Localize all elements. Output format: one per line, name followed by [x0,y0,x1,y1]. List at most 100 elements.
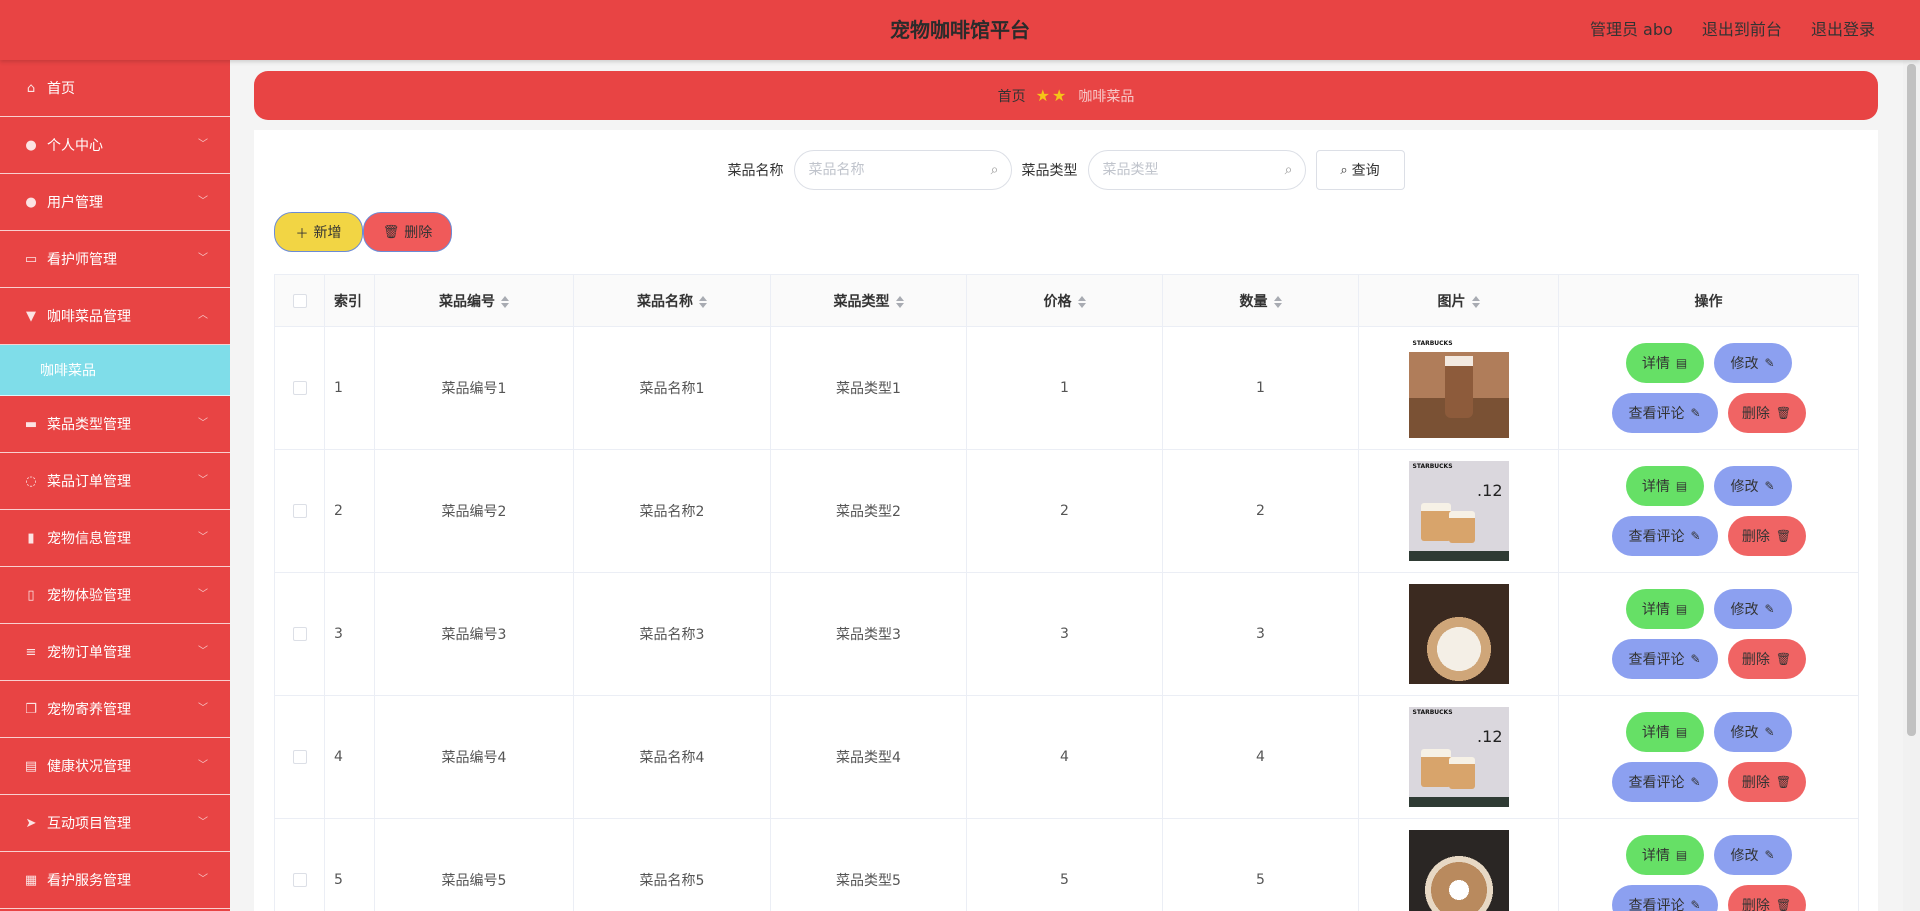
detail-button[interactable]: 详情 ▤ [1625,835,1704,875]
sidebar-item-pet-boarding-management[interactable]: ❐ 宠物寄养管理 ﹀ [0,681,230,738]
delete-button[interactable]: 删除 🗑 [1727,762,1806,802]
admin-user-label[interactable]: 管理员 abo [1590,20,1673,39]
edit-button[interactable]: 修改 ✎ [1713,589,1792,629]
page-scrollbar[interactable] [1903,60,1920,911]
pencil-icon: ✎ [1764,602,1775,616]
view-reviews-button[interactable]: 查看评论 ✎ [1611,639,1718,679]
sidebar-item-coffee-dish-management[interactable]: ▼ 咖啡菜品管理 ︿ [0,288,230,345]
dish-image[interactable] [1408,830,1509,911]
name-header[interactable]: 菜品名称 [573,274,771,327]
row-actions: 详情 ▤ 修改 ✎ 查看评论 ✎ 删除 🗑 [1559,466,1858,556]
trash-icon: 🗑 [1775,406,1792,420]
sidebar-item-pet-info-management[interactable]: ▮ 宠物信息管理 ﹀ [0,510,230,567]
row-checkbox[interactable] [292,504,307,518]
detail-button[interactable]: 详情 ▤ [1625,466,1704,506]
code-header-label: 菜品编号 [439,293,495,310]
batch-delete-button[interactable]: 🗑 删除 [363,212,452,252]
sidebar-item-personal-center[interactable]: ● 个人中心 ﹀ [0,117,230,174]
dish-type-input[interactable] [1102,151,1273,189]
sort-icon[interactable] [1077,295,1086,309]
sidebar-item-care-service-management[interactable]: ▦ 看护服务管理 ﹀ [0,852,230,909]
view-reviews-button[interactable]: 查看评论 ✎ [1611,885,1718,911]
price-header[interactable]: 价格 [966,274,1163,327]
chevron-down-icon: ﹀ [198,418,208,429]
dish-image[interactable]: STARBUCKS .12 [1408,707,1509,807]
row-checkbox[interactable] [292,873,307,887]
delete-button[interactable]: 删除 🗑 [1727,393,1806,433]
sidebar-item-dish-order-management[interactable]: ◌ 菜品订单管理 ﹀ [0,453,230,510]
edit-button[interactable]: 修改 ✎ [1713,835,1792,875]
top-bar: 宠物咖啡馆平台 管理员 abo 退出到前台 退出登录 [0,0,1920,60]
document-icon: ▤ [1675,725,1688,739]
edit-label: 修改 [1730,725,1759,741]
query-button[interactable]: ⌕ 查询 [1315,150,1405,190]
row-checkbox[interactable] [292,750,307,764]
detail-button[interactable]: 详情 ▤ [1625,343,1704,383]
row-checkbox[interactable] [292,627,307,641]
sort-icon[interactable] [501,295,509,309]
detail-label: 详情 [1641,479,1670,495]
sort-icon[interactable] [699,295,707,309]
sidebar-item-label: 菜品类型管理 [47,417,131,433]
edit-button[interactable]: 修改 ✎ [1713,712,1792,752]
sidebar-item-home[interactable]: ⌂ 首页 [0,60,230,117]
row-checkbox[interactable] [292,381,307,395]
user-icon: ● [25,137,37,153]
view-reviews-button[interactable]: 查看评论 ✎ [1611,516,1718,556]
dish-image[interactable]: STARBUCKS [1408,338,1509,438]
sort-icon[interactable] [1273,295,1282,309]
search-form: 菜品名称 ⌕ 菜品类型 ⌕ ⌕ 查询 [254,150,1878,190]
dish-image[interactable] [1408,584,1509,684]
breadcrumb-home[interactable]: 首页 [998,86,1026,106]
select-all-checkbox[interactable] [292,293,307,308]
edit-button[interactable]: 修改 ✎ [1713,466,1792,506]
delete-button[interactable]: 删除 🗑 [1727,639,1806,679]
sidebar-item-interactive-project-management[interactable]: ➤ 互动项目管理 ﹀ [0,795,230,852]
add-button-label: 新增 [313,225,342,241]
detail-button[interactable]: 详情 ▤ [1625,589,1704,629]
sidebar-item-pet-order-management[interactable]: ≡ 宠物订单管理 ﹀ [0,624,230,681]
scrollbar-thumb[interactable] [1907,64,1916,736]
actions-row: 查看评论 ✎ 删除 🗑 [1611,516,1806,556]
sort-icon[interactable] [895,295,904,309]
sidebar-item-user-management[interactable]: ● 用户管理 ﹀ [0,174,230,231]
sidebar-item-label: 健康状况管理 [47,759,131,775]
chevron-down-icon: ﹀ [198,196,208,207]
code-header[interactable]: 菜品编号 [374,274,574,327]
logout-link[interactable]: 退出登录 [1811,20,1875,39]
edit-button[interactable]: 修改 ✎ [1713,343,1792,383]
sidebar-item-health-status-management[interactable]: ▤ 健康状况管理 ﹀ [0,738,230,795]
dish-image[interactable]: STARBUCKS .12 [1408,461,1509,561]
view-reviews-button[interactable]: 查看评论 ✎ [1611,762,1718,802]
star-icon: ★★ [1035,86,1069,105]
index-header: 索引 [324,274,375,327]
detail-label: 详情 [1641,602,1670,618]
add-button[interactable]: ＋ 新增 [274,212,363,252]
table-row: 3 菜品编号3 菜品名称3 菜品类型3 3 3 详情 ▤ 修改 ✎ 查看评论 ✎… [274,572,1859,696]
qty-header[interactable]: 数量 [1162,274,1359,327]
name-cell: 菜品名称1 [573,326,771,450]
dish-name-input[interactable] [808,151,979,189]
actions-row: 详情 ▤ 修改 ✎ [1625,712,1792,752]
view-reviews-button[interactable]: 查看评论 ✎ [1611,393,1718,433]
delete-button[interactable]: 删除 🗑 [1727,885,1806,911]
actions-row: 查看评论 ✎ 删除 🗑 [1611,762,1806,802]
sidebar-subitem-coffee-dish[interactable]: 咖啡菜品 [0,345,230,396]
type-header[interactable]: 菜品类型 [770,274,967,327]
exit-to-front-link[interactable]: 退出到前台 [1702,20,1782,39]
code-cell: 菜品编号2 [374,449,574,573]
detail-label: 详情 [1641,356,1670,372]
sidebar-item-label: 菜品订单管理 [47,474,131,490]
image-header[interactable]: 图片 [1358,274,1559,327]
user-icon: ● [25,194,37,210]
sort-icon[interactable] [1471,295,1480,309]
row-select-cell [274,572,325,696]
sidebar-item-caretaker-management[interactable]: ▭ 看护师管理 ﹀ [0,231,230,288]
delete-button[interactable]: 删除 🗑 [1727,516,1806,556]
detail-button[interactable]: 详情 ▤ [1625,712,1704,752]
price-header-label: 价格 [1043,293,1072,310]
document-icon: ▤ [1675,602,1688,616]
sidebar-item-pet-experience-management[interactable]: ▯ 宠物体验管理 ﹀ [0,567,230,624]
qty-cell: 3 [1162,572,1359,696]
sidebar-item-dish-type-management[interactable]: ▬ 菜品类型管理 ﹀ [0,396,230,453]
